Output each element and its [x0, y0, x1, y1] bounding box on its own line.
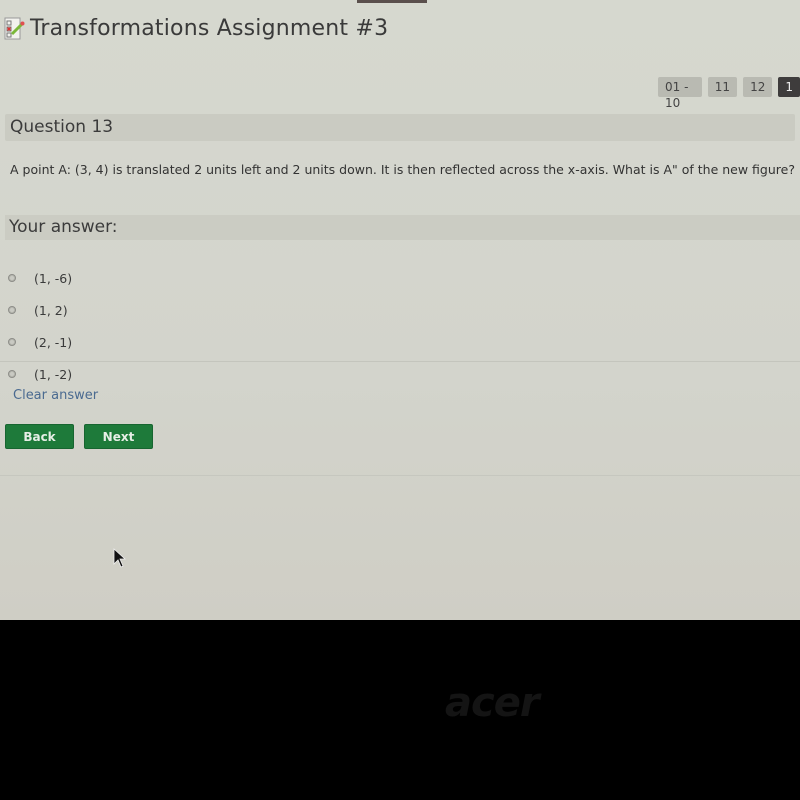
radio-button[interactable]: [8, 370, 16, 378]
top-tab-indicator: [357, 0, 427, 3]
answer-option[interactable]: (2, -1): [8, 326, 72, 358]
question-pager: 01 - 10 11 12 1: [658, 77, 800, 110]
question-header: Question 13: [5, 114, 795, 141]
pager-item-11[interactable]: 11: [707, 77, 738, 97]
question-number: Question 13: [10, 117, 114, 137]
answer-header-label: Your answer:: [9, 217, 118, 237]
question-text: A point A: (3, 4) is translated 2 units …: [10, 162, 795, 177]
answer-header: Your answer:: [5, 215, 800, 240]
next-button[interactable]: Next: [84, 424, 153, 449]
radio-button[interactable]: [8, 274, 16, 282]
answer-option[interactable]: (1, 2): [8, 294, 72, 326]
divider: [0, 475, 800, 476]
page-title: Transformations Assignment #3: [30, 16, 389, 41]
answer-option-label[interactable]: (1, 2): [34, 303, 68, 318]
pager-item-12[interactable]: 12: [743, 77, 773, 97]
pager-item-range[interactable]: 01 - 10: [658, 77, 702, 110]
clear-answer-link[interactable]: Clear answer: [13, 388, 98, 403]
quiz-checklist-icon: [4, 17, 26, 41]
answer-option-label[interactable]: (1, -6): [34, 271, 72, 286]
back-button[interactable]: Back: [5, 424, 74, 449]
answer-option-label[interactable]: (2, -1): [34, 335, 72, 350]
radio-button[interactable]: [8, 338, 16, 346]
pager-item-current[interactable]: 1: [778, 77, 800, 97]
answer-option[interactable]: (1, -2): [8, 358, 72, 390]
divider: [0, 361, 800, 362]
monitor-logo: acer: [445, 680, 540, 726]
page-header: Transformations Assignment #3: [4, 16, 388, 41]
radio-button[interactable]: [8, 306, 16, 314]
answer-option[interactable]: (1, -6): [8, 262, 72, 294]
answer-options: (1, -6) (1, 2) (2, -1) (1, -2): [8, 262, 72, 390]
screen: Transformations Assignment #3 01 - 10 11…: [0, 0, 800, 620]
answer-option-label[interactable]: (1, -2): [34, 367, 72, 382]
mouse-cursor-icon: [113, 548, 127, 572]
